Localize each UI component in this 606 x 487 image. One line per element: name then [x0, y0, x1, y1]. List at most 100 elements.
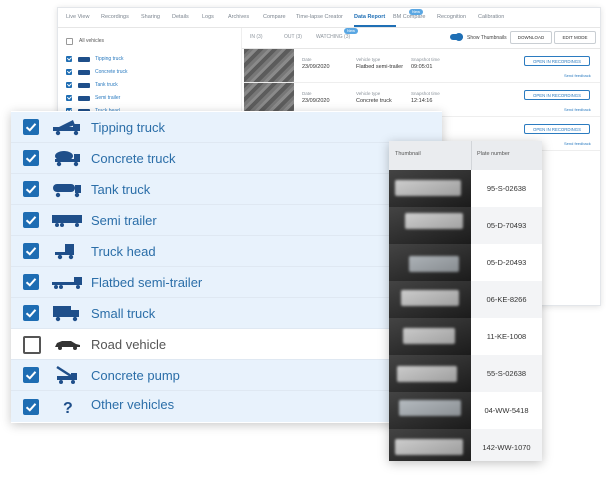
top-nav: Live View Recordings Sharing Details Log… — [58, 8, 600, 28]
vehicle-item-other-vehicles[interactable]: ? Other vehicles — [11, 391, 442, 422]
all-vehicles-row[interactable]: All vehicles — [66, 36, 104, 46]
nav-sharing[interactable]: Sharing — [141, 14, 160, 20]
nav-time-lapse[interactable]: Time-lapse Creator — [296, 14, 343, 20]
checkbox[interactable] — [23, 274, 39, 290]
show-thumbnails-label: Show Thumbnails — [467, 35, 507, 41]
download-button[interactable]: DOWNLOAD — [510, 31, 552, 44]
checkbox[interactable] — [66, 95, 72, 101]
sidebar-item-tipping-truck[interactable]: Tipping truck — [66, 54, 123, 64]
nav-data-report[interactable]: Data Report — [354, 14, 385, 20]
vehicle-item-label: Road vehicle — [91, 337, 167, 352]
table-row[interactable]: 11-KE-1008 — [389, 318, 542, 355]
show-thumbnails-toggle[interactable] — [450, 33, 463, 41]
checkbox[interactable] — [23, 181, 39, 197]
type-value: Concrete truck — [356, 98, 392, 104]
plate-thumbnail[interactable] — [389, 170, 471, 207]
edit-mode-label: EDIT MODE — [562, 35, 588, 40]
all-vehicles-checkbox[interactable] — [66, 37, 73, 45]
vehicle-item-label: Tank truck — [91, 182, 151, 197]
vehicle-item-concrete-pump[interactable]: Concrete pump — [11, 360, 442, 391]
nav-archives[interactable]: Archives — [228, 14, 249, 20]
checkbox[interactable] — [23, 336, 41, 354]
table-row[interactable]: 06-KE-8266 — [389, 281, 542, 318]
table-row[interactable]: 95-S-02638 — [389, 170, 542, 207]
vehicle-item-semi-trailer[interactable]: Semi trailer — [11, 205, 442, 236]
checkbox[interactable] — [23, 367, 39, 383]
checkbox[interactable] — [66, 82, 72, 88]
open-in-recordings-button[interactable]: OPEN IN RECORDINGS — [524, 124, 590, 134]
edit-mode-button[interactable]: EDIT MODE — [554, 31, 596, 44]
plate-number-column-header: Plate number — [477, 151, 510, 157]
open-in-recordings-button[interactable]: OPEN IN RECORDINGS — [524, 56, 590, 66]
nav-recognition[interactable]: Recognition — [437, 14, 466, 20]
nav-recordings[interactable]: Recordings — [101, 14, 129, 20]
download-label: DOWNLOAD — [517, 35, 545, 40]
type-value: Flatbed semi-trailer — [356, 64, 404, 70]
plate-thumbnail[interactable] — [389, 281, 471, 318]
record-row[interactable]: Date 23/09/2020 Vehicle type Flatbed sem… — [244, 49, 600, 83]
plate-thumbnail[interactable] — [389, 429, 471, 461]
sidebar-item-label: Concrete truck — [95, 69, 128, 75]
open-label: OPEN IN RECORDINGS — [533, 58, 581, 64]
checkbox[interactable] — [23, 212, 39, 228]
checkbox[interactable] — [23, 119, 39, 135]
vehicle-item-road-vehicle[interactable]: Road vehicle — [11, 329, 442, 360]
nav-bm-compare[interactable]: BM Compare — [393, 14, 425, 20]
table-row[interactable]: 04-WW-5418 — [389, 392, 542, 429]
plate-number: 04-WW-5418 — [484, 406, 529, 415]
tab-watching[interactable]: WATCHING (3) — [316, 34, 350, 40]
vehicle-item-label: Tipping truck — [91, 120, 165, 135]
vehicle-item-truck-head[interactable]: Truck head — [11, 236, 442, 267]
nav-logs[interactable]: Logs — [202, 14, 214, 20]
watching-new-badge: New — [344, 28, 359, 34]
vehicle-item-tipping-truck[interactable]: Tipping truck — [11, 112, 442, 143]
nav-details[interactable]: Details — [172, 14, 189, 20]
plate-thumbnail[interactable] — [389, 318, 471, 355]
open-in-recordings-button[interactable]: OPEN IN RECORDINGS — [524, 90, 590, 100]
table-row[interactable]: 05-D-70493 — [389, 207, 542, 244]
nav-calibration[interactable]: Calibration — [478, 14, 504, 20]
plate-thumbnail[interactable] — [389, 355, 471, 392]
checkbox[interactable] — [66, 56, 72, 62]
plate-thumbnail[interactable] — [389, 207, 471, 244]
tab-out[interactable]: OUT (3) — [284, 34, 302, 40]
vehicle-item-small-truck[interactable]: Small truck — [11, 298, 442, 329]
table-row[interactable]: 142-WW-1070 — [389, 429, 542, 461]
send-feedback-link[interactable]: Send feedback — [564, 141, 591, 146]
all-vehicles-label: All vehicles — [79, 38, 105, 44]
send-feedback-link[interactable]: Send feedback — [564, 73, 591, 78]
date-key: Date — [302, 91, 312, 96]
plate-number: 05-D-70493 — [486, 221, 527, 230]
sidebar-item-tank-truck[interactable]: Tank truck — [66, 80, 118, 90]
vehicle-type-filter-panel: Tipping truck Concrete truck Tank truck … — [11, 111, 442, 423]
plate-thumbnail[interactable] — [389, 392, 471, 429]
checkbox[interactable] — [66, 69, 72, 75]
nav-compare[interactable]: Compare — [263, 14, 286, 20]
record-thumbnail[interactable] — [244, 49, 294, 82]
small-truck-icon — [53, 306, 79, 322]
vehicle-item-label: Small truck — [91, 306, 156, 321]
vehicle-item-concrete-truck[interactable]: Concrete truck — [11, 143, 442, 174]
plate-number: 95-S-02638 — [486, 184, 527, 193]
vehicle-item-label: Concrete pump — [91, 368, 180, 383]
checkbox[interactable] — [23, 150, 39, 166]
vehicle-item-tank-truck[interactable]: Tank truck — [11, 174, 442, 205]
send-feedback-link[interactable]: Send feedback — [564, 107, 591, 112]
plate-thumbnail[interactable] — [389, 244, 471, 281]
nav-live-view[interactable]: Live View — [66, 14, 89, 20]
table-row[interactable]: 05-D-20493 — [389, 244, 542, 281]
tipping-truck-icon — [53, 120, 80, 136]
vehicle-item-label: Semi trailer — [91, 213, 157, 228]
checkbox[interactable] — [23, 243, 39, 259]
sidebar-item-semi-trailer[interactable]: Semi trailer — [66, 93, 120, 103]
sidebar-item-concrete-truck[interactable]: Concrete truck — [66, 67, 128, 77]
concrete-pump-icon — [56, 365, 77, 384]
tab-in[interactable]: IN (3) — [250, 34, 263, 40]
open-label: OPEN IN RECORDINGS — [533, 92, 581, 98]
vehicle-item-flatbed-semi-trailer[interactable]: Flatbed semi-trailer — [11, 267, 442, 298]
checkbox[interactable] — [23, 305, 39, 321]
semi-trailer-icon — [78, 95, 90, 101]
type-key: Vehicle type — [356, 91, 381, 96]
table-row[interactable]: 55-S-02638 — [389, 355, 542, 392]
checkbox[interactable] — [23, 399, 39, 415]
